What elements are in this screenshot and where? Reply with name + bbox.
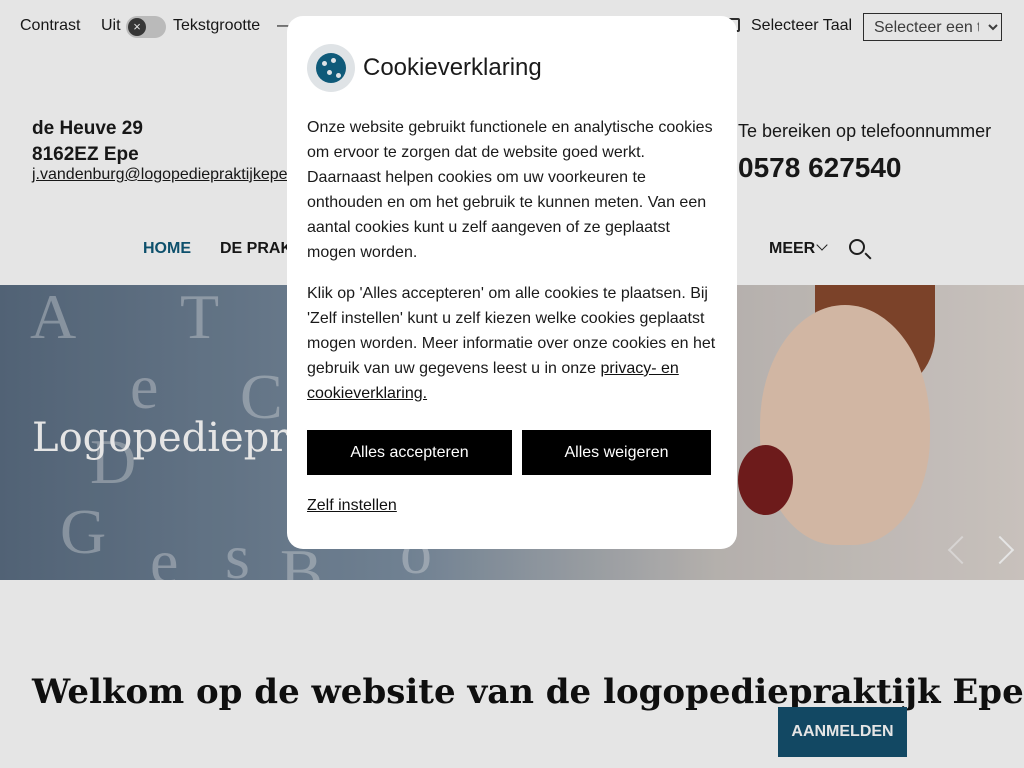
cookie-paragraph-1: Onze website gebruikt functionele en ana… [307,119,713,261]
cookie-dialog: Cookieverklaring Onze website gebruikt f… [287,16,737,549]
cookie-paragraph-2: Klik op 'Alles accepteren' om alle cooki… [307,281,719,406]
cookie-dialog-body: Onze website gebruikt functionele en ana… [307,115,719,406]
accept-all-button[interactable]: Alles accepteren [307,430,512,475]
reject-all-button[interactable]: Alles weigeren [522,430,711,475]
cookie-dialog-header: Cookieverklaring [307,44,542,92]
cookie-icon [307,44,355,92]
cookie-dialog-title: Cookieverklaring [363,54,542,81]
customize-cookies-link[interactable]: Zelf instellen [307,497,397,515]
